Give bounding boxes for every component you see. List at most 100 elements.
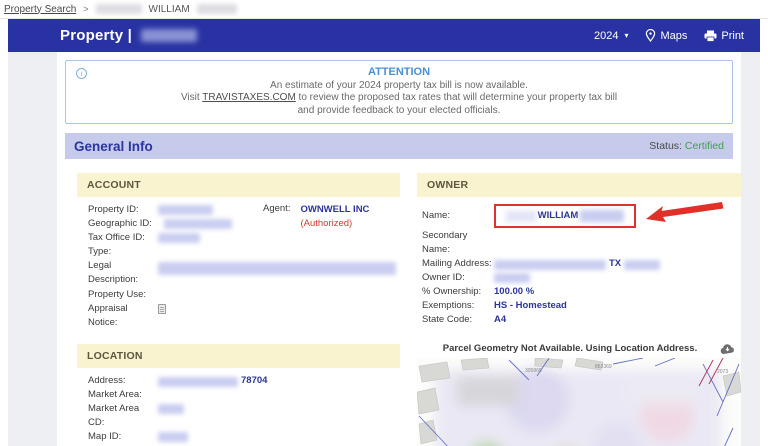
redacted-mailing-zip [624, 260, 660, 270]
account-panel-header: ACCOUNT [77, 173, 400, 197]
content-card: i ATTENTION An estimate of your 2024 pro… [57, 52, 741, 446]
redacted-owner-first-name [96, 4, 142, 14]
redacted-legal-description [158, 262, 396, 275]
attention-line2: Visit TRAVISTAXES.COM to review the prop… [106, 92, 692, 105]
property-use-label: Property Use: [88, 288, 158, 302]
map-pin-icon [645, 29, 656, 42]
document-icon[interactable] [158, 304, 166, 314]
type-label: Type: [88, 245, 158, 259]
page-title: Property | [60, 27, 197, 44]
location-panel-header: LOCATION [77, 344, 400, 368]
market-area-cd-label: Market Area CD: [88, 402, 158, 430]
map-notice-text: Parcel Geometry Not Available. Using Loc… [417, 343, 741, 354]
print-button-label: Print [721, 30, 744, 42]
breadcrumb: Property Search > WILLIAM [0, 0, 768, 19]
legal-description-label: Legal Description: [88, 259, 158, 287]
redacted-geographic-id [164, 219, 232, 229]
location-row-address: Address: 78704 [88, 374, 394, 388]
agent-label: Agent: [263, 203, 290, 230]
location-row-market-area-cd: Market Area CD: [88, 402, 394, 430]
address-label: Address: [88, 374, 158, 388]
attention-title: ATTENTION [106, 66, 692, 79]
state-code-label: State Code: [422, 313, 494, 327]
account-row-tax-office-id: Tax Office ID: [88, 231, 394, 245]
attention-line2-pre: Visit [181, 92, 202, 103]
travistaxes-link[interactable]: TRAVISTAXES.COM [202, 92, 296, 103]
account-row-property-use: Property Use: [88, 288, 394, 302]
parcel-map[interactable]: 305868 863369 2073 103903 [417, 358, 741, 446]
redacted-mailing-street [494, 260, 606, 270]
owner-row-owner-id: Owner ID: [422, 271, 735, 285]
breadcrumb-property-search-link[interactable]: Property Search [4, 4, 76, 15]
redacted-property-id [158, 205, 213, 215]
year-dropdown-value: 2024 [594, 30, 618, 42]
attention-banner: i ATTENTION An estimate of your 2024 pro… [65, 60, 733, 124]
year-dropdown[interactable]: 2024 ▾ [594, 30, 629, 42]
redacted-property-id-title [141, 29, 197, 42]
mailing-address-label: Mailing Address: [422, 257, 494, 271]
info-icon: i [76, 68, 87, 79]
section-title-general-info: General Info [74, 139, 153, 154]
appraisal-notice-label: Appraisal Notice: [88, 302, 158, 330]
state-code-value: A4 [494, 313, 506, 327]
agent-value-link[interactable]: OWNWELL INC [300, 203, 369, 216]
location-row-map-id: Map ID: [88, 430, 394, 444]
chevron-down-icon: ▾ [624, 31, 628, 40]
owner-row-state-code: State Code: A4 [422, 313, 735, 327]
owner-row-name: Name: WILLIAM [422, 203, 735, 229]
cloud-download-button[interactable] [720, 342, 735, 360]
owner-panel-header: OWNER [417, 173, 741, 197]
owner-id-label: Owner ID: [422, 271, 494, 285]
location-panel: LOCATION Address: 78704 Market Area: Mar… [77, 344, 400, 446]
owner-panel: OWNER Name: WILLIAM [417, 173, 741, 333]
page-title-text: Property | [60, 27, 132, 44]
owner-panel-title: OWNER [427, 179, 468, 191]
owner-row-ownership: % Ownership: 100.00 % [422, 285, 735, 299]
parcel-label-1: 305868 [525, 368, 542, 374]
owner-row-exemptions: Exemptions: HS - Homestead [422, 299, 735, 313]
agent-authorized-status: (Authorized) [300, 217, 369, 230]
redacted-owner-last-name [197, 4, 237, 14]
printer-icon [704, 30, 717, 42]
location-row-market-area: Market Area: [88, 388, 394, 402]
maps-button-label: Maps [660, 30, 687, 42]
redacted-tax-office-id [158, 233, 200, 243]
owner-name-label: Name: [422, 209, 494, 223]
red-annotation-arrow [645, 201, 725, 225]
market-area-label: Market Area: [88, 388, 158, 402]
status-value: Certified [685, 140, 724, 152]
mailing-state-value: TX [609, 257, 621, 271]
ownership-value: 100.00 % [494, 285, 534, 299]
status-badge: Status: Certified [649, 140, 724, 152]
redacted-market-area-cd [158, 404, 184, 414]
attention-line3: and provide feedback to your elected off… [106, 105, 692, 118]
account-row-legal-description: Legal Description: [88, 259, 394, 288]
redacted-owner-id [494, 273, 530, 283]
secondary-name-label: Secondary Name: [422, 229, 494, 257]
app-header: Property | 2024 ▾ Maps Print [8, 19, 760, 52]
redacted-owner-last-name [580, 210, 624, 222]
account-panel: ACCOUNT Agent: OWNWELL INC (Authorized) … [77, 173, 400, 337]
account-row-type: Type: [88, 245, 394, 259]
attention-line2-post: to review the proposed tax rates that wi… [296, 92, 617, 103]
owner-name-visible: WILLIAM [538, 209, 579, 223]
owner-name-highlight-box: WILLIAM [494, 204, 636, 228]
exemptions-value: HS - Homestead [494, 299, 567, 313]
exemptions-label: Exemptions: [422, 299, 494, 313]
account-row-appraisal-notice: Appraisal Notice: [88, 302, 394, 331]
parcel-label-2: 863369 [595, 364, 612, 370]
account-panel-title: ACCOUNT [87, 179, 141, 191]
breadcrumb-owner-name: WILLIAM [149, 4, 190, 15]
redacted-map-id [158, 432, 188, 442]
location-panel-title: LOCATION [87, 350, 143, 362]
maps-button[interactable]: Maps [645, 29, 687, 42]
cloud-download-icon [720, 344, 735, 355]
page-background: i ATTENTION An estimate of your 2024 pro… [8, 52, 760, 446]
map-panel: Parcel Geometry Not Available. Using Loc… [417, 343, 741, 446]
print-button[interactable]: Print [704, 30, 744, 42]
attention-line1: An estimate of your 2024 property tax bi… [106, 80, 692, 93]
breadcrumb-separator: > [83, 4, 88, 14]
status-label: Status: [649, 140, 685, 152]
geographic-id-label: Geographic ID: [88, 217, 158, 231]
general-info-bar: General Info Status: Certified [65, 133, 733, 159]
